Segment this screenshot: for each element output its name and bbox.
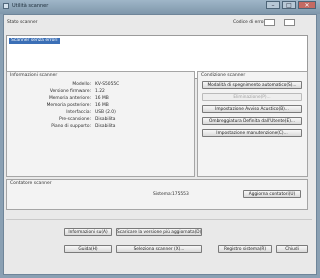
dialog-body: Stato scanner Codice di errore Scanner s… [3,14,317,275]
close-icon: ✕ [304,1,310,9]
auto-power-off-button[interactable]: Modalità di spegnimento automatico(S)... [202,81,302,89]
info-key: Interfaccia: [66,110,91,115]
info-value: Disabilita [95,124,116,129]
info-key: Modello: [72,82,91,87]
info-value: 1.22 [95,89,105,94]
info-row: Pre-scansione: Disabilita [7,117,197,124]
maintenance-setting-button[interactable]: Impostazione manutenzione(C)... [202,129,302,137]
info-row: Interfaccia: USB (2.0) [7,110,197,117]
system-log-button[interactable]: Registro sistema(R) [218,245,272,253]
info-row: Versione firmware: 1.22 [7,89,197,96]
window-title: Utilità scanner [12,3,49,9]
info-value: 16 MB [95,103,109,108]
status-list-item[interactable]: Scanner senza errori [9,38,60,44]
info-value: KV-S5055C [95,82,120,87]
close-window-button[interactable]: ✕ [298,1,316,9]
info-row: Memoria anteriore: 16 MB [7,96,197,103]
info-row: Memoria posteriore: 16 MB [7,103,197,110]
help-button[interactable]: Guida(H) [64,245,112,253]
info-value: Disabilita [95,117,116,122]
system-counter-label: Sistema: [153,192,173,197]
footer-divider [6,219,312,220]
scanner-condition-panel: Condizione scanner Modalità di spegnimen… [197,71,308,177]
info-key: Piano di supporto: [51,124,91,129]
app-icon [3,3,9,9]
maximize-icon: □ [286,1,292,9]
update-counter-button[interactable]: Aggiorna contatori(U) [243,190,301,198]
scanner-counter-title: Contatore scanner [10,181,52,186]
info-value: 16 MB [95,96,109,101]
scanner-info-panel: Informazioni scanner Modello: KV-S5055C V… [6,71,195,177]
info-row: Piano di supporto: Disabilita [7,124,197,131]
window-controls: – □ ✕ [266,1,316,9]
app-window: Utilità scanner – □ ✕ Stato scanner Codi… [0,0,320,278]
select-scanner-button[interactable]: Seleziona scanner (X)... [116,245,202,253]
status-label: Stato scanner [7,20,38,25]
error-code-field-1 [264,19,275,26]
scanner-counter-panel: Contatore scanner Sistema: 175553 Aggior… [6,179,308,210]
info-value: USB (2.0) [95,110,116,115]
close-button[interactable]: Chiudi [276,245,308,253]
delete-button[interactable]: Eliminazione(P)... [202,93,302,101]
minimize-button[interactable]: – [266,1,280,9]
info-row: Modello: KV-S5055C [7,82,197,89]
about-button[interactable]: Informazioni su(A) [64,228,112,236]
error-code-field-2 [284,19,295,26]
info-key: Pre-scansione: [59,117,91,122]
info-key: Memoria anteriore: [48,96,91,101]
scanner-info-title: Informazioni scanner [10,73,58,78]
title-bar[interactable]: Utilità scanner – □ ✕ [0,0,320,14]
download-latest-button[interactable]: Scaricare la versione più aggiornata(D) [116,228,202,236]
minimize-icon: – [271,1,275,9]
system-counter-value: 175553 [172,192,189,197]
error-code-label: Codice di errore [233,20,268,25]
info-key: Versione firmware: [49,89,91,94]
info-key: Memoria posteriore: [46,103,91,108]
user-shading-button[interactable]: Ombreggiatura Definita dall'Utente(E)... [202,117,302,125]
maximize-button[interactable]: □ [282,1,296,9]
beep-setting-button[interactable]: Impostazione Avviso Acustico(B)... [202,105,302,113]
scanner-condition-title: Condizione scanner [201,73,246,78]
